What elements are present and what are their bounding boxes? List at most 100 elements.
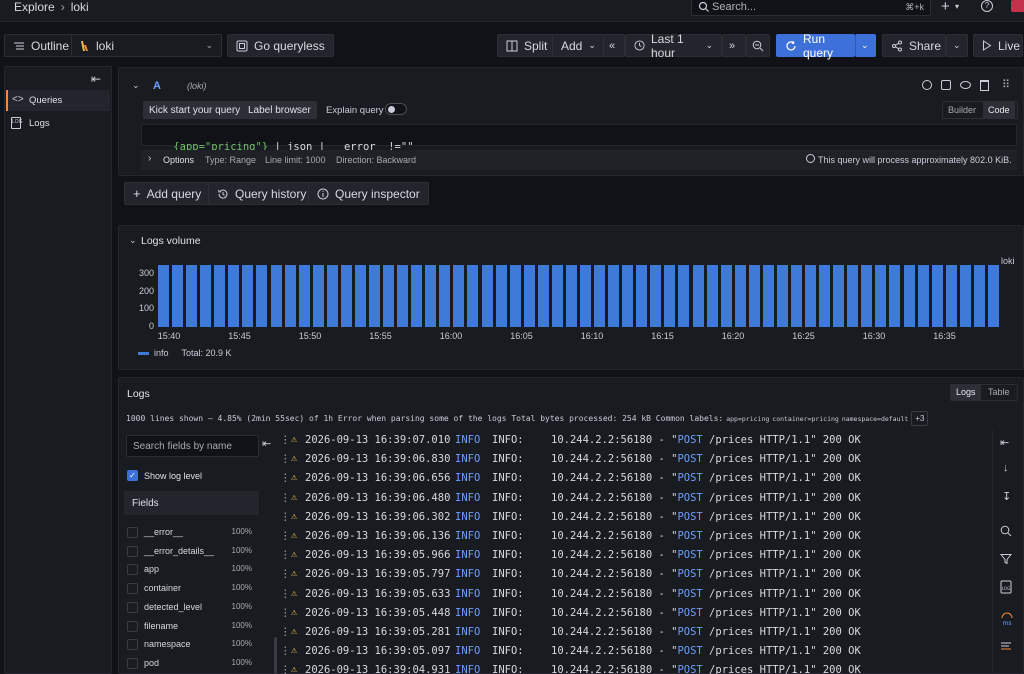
field-row[interactable]: filename 100%: [127, 618, 257, 636]
time-back-button[interactable]: «: [603, 34, 625, 57]
log-row[interactable]: ⋮ ⚠ 2026-09-13 16:39:06.830 INFO INFO: 10.244…: [280, 450, 983, 469]
wrap-lines-icon[interactable]: [1000, 640, 1016, 656]
more-labels-button[interactable]: +3: [911, 411, 929, 426]
show-log-level-checkbox[interactable]: ✓: [127, 470, 138, 481]
sidebar-item-logs[interactable]: LOG Logs: [6, 113, 110, 133]
log-row[interactable]: ⋮ ⚠ 2026-09-13 16:39:05.633 INFO INFO: 10.244…: [280, 585, 983, 604]
log-row[interactable]: ⋮ ⚠ 2026-09-13 16:39:05.281 INFO INFO: 10.244…: [280, 623, 983, 642]
add-menu-button[interactable]: Add ⌄: [552, 34, 605, 57]
field-checkbox[interactable]: [127, 564, 138, 576]
field-row[interactable]: pod 100%: [127, 655, 257, 673]
zoom-out-button[interactable]: [746, 34, 770, 57]
log-row[interactable]: ⋮ ⚠ 2026-09-13 16:39:05.797 INFO INFO: 10.244…: [280, 565, 983, 584]
help-icon[interactable]: ?: [981, 0, 993, 12]
add-icon[interactable]: +: [941, 0, 950, 15]
chevron-down-icon[interactable]: ⌄: [132, 80, 140, 91]
log-row[interactable]: ⋮ ⚠ 2026-09-13 16:39:05.097 INFO INFO: 10.244…: [280, 642, 983, 661]
run-query-button[interactable]: Run query: [776, 32, 855, 60]
drag-handle-icon[interactable]: ⠿: [1002, 78, 1010, 91]
collapse-rail-icon[interactable]: ⇤: [1000, 436, 1016, 452]
search-input[interactable]: Search... ⌘+k: [691, 0, 931, 16]
field-checkbox[interactable]: [127, 657, 138, 669]
chevron-down-icon[interactable]: ▾: [955, 2, 959, 11]
log-row[interactable]: ⋮ ⚠ 2026-09-13 16:39:06.302 INFO INFO: 10.244…: [280, 508, 983, 527]
tab-logs[interactable]: Logs: [951, 385, 981, 400]
row-menu-icon[interactable]: ⋮: [280, 472, 291, 484]
query-inspector-button[interactable]: Query inspector: [308, 182, 429, 205]
avatar[interactable]: [1011, 0, 1024, 12]
log-row[interactable]: ⋮ ⚠ 2026-09-13 16:39:06.656 INFO INFO: 10.244…: [280, 469, 983, 488]
field-checkbox[interactable]: [127, 527, 138, 538]
collapse-fields-icon[interactable]: ⇤: [262, 437, 271, 450]
field-checkbox[interactable]: [127, 583, 138, 595]
query-options-bar[interactable]: › Options Type: Range Line limit: 1000 D…: [141, 150, 1017, 170]
share-dropdown[interactable]: ⌄: [946, 34, 968, 57]
field-checkbox[interactable]: [127, 639, 138, 651]
eye-icon[interactable]: [960, 81, 971, 89]
label-browser-button[interactable]: Label browser: [242, 101, 317, 119]
log-details-icon[interactable]: LOG: [1000, 580, 1016, 596]
log-row[interactable]: ⋮ ⚠ 2026-09-13 16:39:06.136 INFO INFO: 10.244…: [280, 527, 983, 546]
query-ref-id[interactable]: A: [153, 80, 161, 92]
row-menu-icon[interactable]: ⋮: [280, 492, 291, 504]
log-row[interactable]: ⋮ ⚠ 2026-09-13 16:39:04.931 INFO INFO: 10.244…: [280, 661, 983, 674]
log-row[interactable]: ⋮ ⚠ 2026-09-13 16:39:07.010 INFO INFO: 10.244…: [280, 431, 983, 450]
search-icon[interactable]: [1000, 525, 1016, 541]
datasource-picker[interactable]: loki ⌄: [71, 34, 222, 57]
row-menu-icon[interactable]: ⋮: [280, 664, 291, 674]
field-row[interactable]: namespace 100%: [127, 636, 257, 654]
outline-button[interactable]: Outline: [4, 34, 79, 57]
live-button[interactable]: Live: [973, 34, 1023, 57]
query-code-editor[interactable]: {app="pricing"} | json | __error__!="": [141, 124, 1017, 153]
row-menu-icon[interactable]: ⋮: [280, 549, 291, 561]
time-range-picker[interactable]: Last 1 hour ⌄: [625, 32, 722, 60]
timestamp-ms-icon[interactable]: ms: [1000, 612, 1016, 628]
log-row[interactable]: ⋮ ⚠ 2026-09-13 16:39:06.480 INFO INFO: 10.244…: [280, 489, 983, 508]
tab-table[interactable]: Table: [988, 387, 1010, 397]
duplicate-icon[interactable]: [941, 80, 951, 90]
trash-icon[interactable]: [980, 80, 989, 91]
row-menu-icon[interactable]: ⋮: [280, 588, 291, 600]
chevron-down-icon[interactable]: ⌄: [129, 235, 137, 246]
row-menu-icon[interactable]: ⋮: [280, 568, 291, 580]
row-menu-icon[interactable]: ⋮: [280, 626, 291, 638]
breadcrumb-root[interactable]: Explore: [14, 0, 55, 14]
collapse-sidebar-icon[interactable]: ⇤: [91, 72, 101, 86]
share-button[interactable]: Share: [882, 34, 946, 57]
row-menu-icon[interactable]: ⋮: [280, 511, 291, 523]
warning-icon: ⚠: [291, 664, 298, 674]
row-menu-icon[interactable]: ⋮: [280, 645, 291, 657]
legend-name[interactable]: info: [154, 348, 169, 358]
add-query-button[interactable]: + Add query: [124, 182, 211, 205]
sort-icon[interactable]: ↧: [1002, 490, 1018, 506]
split-button[interactable]: Split: [497, 34, 557, 57]
field-row[interactable]: container 100%: [127, 580, 257, 598]
fields-search-input[interactable]: Search fields by name: [126, 435, 259, 457]
fields-scrollbar[interactable]: [274, 637, 277, 674]
go-queryless-button[interactable]: Go queryless: [227, 34, 334, 57]
arrow-down-icon[interactable]: ↓: [1003, 462, 1019, 478]
row-menu-icon[interactable]: ⋮: [280, 607, 291, 619]
field-row[interactable]: __error__ 100%: [127, 524, 257, 542]
sidebar-item-queries[interactable]: <> Queries: [6, 90, 110, 111]
explain-query-toggle[interactable]: [385, 103, 407, 115]
log-row[interactable]: ⋮ ⚠ 2026-09-13 16:39:05.966 INFO INFO: 10.244…: [280, 546, 983, 565]
row-menu-icon[interactable]: ⋮: [280, 434, 291, 446]
help-icon[interactable]: [922, 80, 932, 90]
code-tab[interactable]: Code: [983, 102, 1015, 118]
field-checkbox[interactable]: [127, 601, 138, 613]
run-query-dropdown[interactable]: ⌄: [855, 34, 876, 57]
field-row[interactable]: app 100%: [127, 561, 257, 579]
time-forward-button[interactable]: »: [722, 34, 746, 57]
row-menu-icon[interactable]: ⋮: [280, 530, 291, 542]
field-checkbox[interactable]: [127, 620, 138, 632]
field-row[interactable]: detected_level 100%: [127, 599, 257, 617]
field-checkbox[interactable]: [127, 545, 138, 557]
row-menu-icon[interactable]: ⋮: [280, 453, 291, 465]
log-row[interactable]: ⋮ ⚠ 2026-09-13 16:39:05.448 INFO INFO: 10.244…: [280, 604, 983, 623]
kick-start-button[interactable]: Kick start your query: [143, 101, 247, 119]
field-row[interactable]: __error_details__ 100%: [127, 543, 257, 561]
query-history-button[interactable]: Query history: [208, 182, 316, 205]
filter-icon[interactable]: [1000, 553, 1016, 569]
builder-tab[interactable]: Builder: [948, 105, 976, 115]
